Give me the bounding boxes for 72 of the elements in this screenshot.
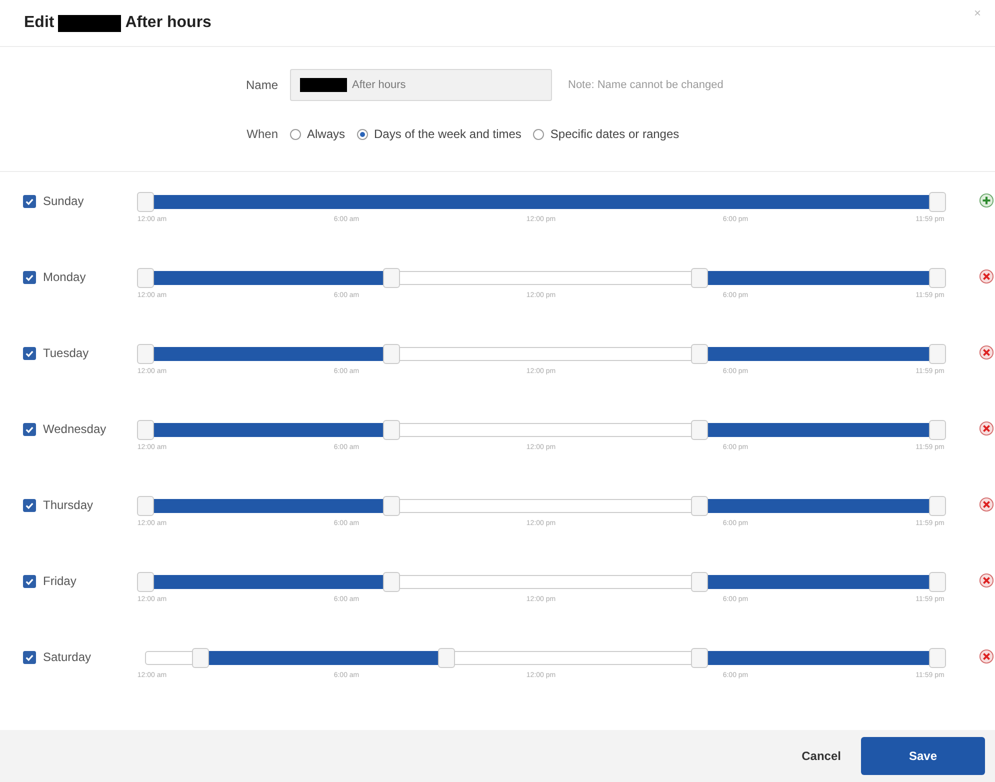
- slider-handle[interactable]: [691, 648, 708, 668]
- checkbox[interactable]: [23, 347, 36, 360]
- slider-handle[interactable]: [691, 420, 708, 440]
- slider-handle[interactable]: [137, 572, 154, 592]
- slider-handle[interactable]: [137, 496, 154, 516]
- remove-icon: [979, 421, 994, 436]
- time-range-slider[interactable]: [136, 344, 946, 364]
- remove-icon: [979, 649, 994, 664]
- slider-handle[interactable]: [137, 420, 154, 440]
- remove-icon: [979, 497, 994, 512]
- time-range-slider[interactable]: [136, 572, 946, 592]
- slider-handle[interactable]: [691, 496, 708, 516]
- checkbox[interactable]: [23, 499, 36, 512]
- dialog-title: Edit: [24, 14, 54, 32]
- time-range-slider[interactable]: [136, 420, 946, 440]
- slider-handle[interactable]: [382, 496, 400, 516]
- slider-handle[interactable]: [691, 572, 708, 592]
- save-button[interactable]: Save: [861, 737, 985, 775]
- checkbox[interactable]: [23, 651, 36, 664]
- redaction-bar: [58, 14, 122, 32]
- radio-option[interactable]: Always: [290, 127, 346, 141]
- redaction-bar: [300, 78, 347, 92]
- add-button[interactable]: [979, 193, 994, 208]
- name-field[interactable]: After hours: [290, 69, 552, 101]
- day-label: Sunday: [43, 194, 85, 208]
- field-label: When: [246, 127, 278, 141]
- slider-handle[interactable]: [929, 344, 946, 364]
- time-range-slider[interactable]: [136, 268, 946, 288]
- slider-handle[interactable]: [929, 648, 946, 668]
- remove-icon: [979, 345, 994, 360]
- slider-handle[interactable]: [929, 192, 946, 212]
- slider-handle[interactable]: [691, 268, 708, 288]
- remove-button[interactable]: [979, 497, 994, 512]
- remove-button[interactable]: [979, 649, 994, 664]
- time-range-slider[interactable]: [136, 496, 946, 516]
- day-label: Wednesday: [43, 422, 108, 436]
- remove-button[interactable]: [979, 421, 994, 436]
- day-label: Saturday: [43, 650, 92, 664]
- field-label: Name: [244, 78, 278, 92]
- slider-handle[interactable]: [382, 572, 400, 592]
- checkbox[interactable]: [23, 271, 36, 284]
- slider-handle[interactable]: [929, 268, 946, 288]
- dialog-title: After hours: [125, 14, 212, 32]
- checkbox[interactable]: [23, 575, 36, 588]
- checkbox[interactable]: [23, 195, 36, 208]
- remove-button[interactable]: [979, 345, 994, 360]
- day-label: Monday: [43, 270, 87, 284]
- slider-handle[interactable]: [929, 420, 946, 440]
- slider-handle[interactable]: [137, 192, 154, 212]
- slider-handle[interactable]: [382, 344, 400, 364]
- slider-handle[interactable]: [382, 268, 400, 288]
- radio-option[interactable]: Days of the week and times: [357, 127, 522, 141]
- note-text: Note: Name cannot be changed: [568, 79, 724, 91]
- slider-handle[interactable]: [929, 496, 946, 516]
- remove-button[interactable]: [979, 573, 994, 588]
- remove-button[interactable]: [979, 269, 994, 284]
- slider-handle[interactable]: [382, 420, 400, 440]
- radio-option[interactable]: Specific dates or ranges: [533, 127, 680, 141]
- slider-handle[interactable]: [929, 572, 946, 592]
- remove-icon: [979, 269, 994, 284]
- time-range-slider[interactable]: [136, 192, 946, 212]
- add-icon: [979, 193, 994, 208]
- slider-handle[interactable]: [137, 268, 154, 288]
- slider-handle[interactable]: [137, 344, 154, 364]
- slider-handle[interactable]: [691, 344, 708, 364]
- checkbox[interactable]: [23, 423, 36, 436]
- slider-handle[interactable]: [192, 648, 210, 668]
- day-label: Tuesday: [43, 346, 90, 360]
- day-label: Thursday: [43, 498, 94, 512]
- slider-handle[interactable]: [438, 648, 455, 668]
- remove-icon: [979, 573, 994, 588]
- day-label: Friday: [43, 574, 78, 588]
